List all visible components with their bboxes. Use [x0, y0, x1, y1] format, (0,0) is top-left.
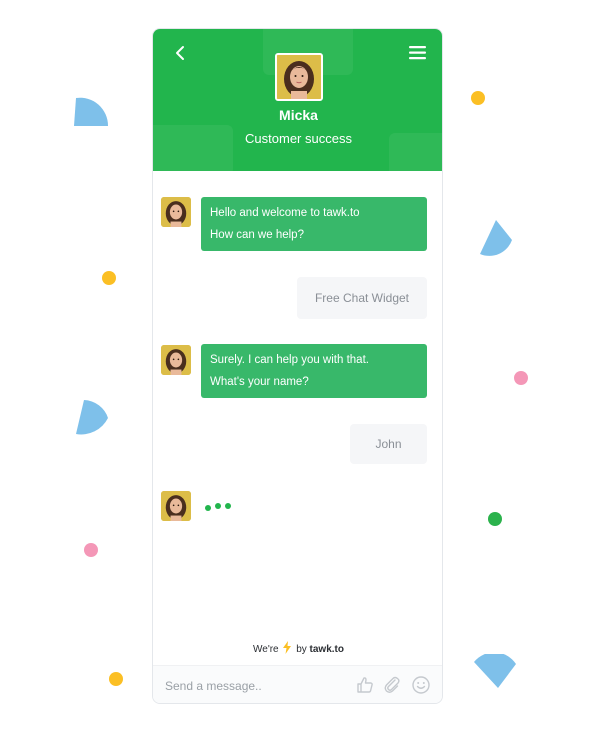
- powered-by-prefix: We're: [253, 644, 279, 655]
- confetti-dot: [514, 371, 528, 385]
- agent-name: Micka: [279, 107, 318, 123]
- confetti-wedge-icon: [74, 97, 109, 126]
- agent-role: Customer success: [245, 131, 352, 146]
- agent-message-bubble: Hello and welcome to tawk.to How can we …: [201, 197, 427, 251]
- message-composer: [153, 665, 442, 703]
- confetti-dot: [488, 512, 502, 526]
- hamburger-menu-icon[interactable]: [407, 43, 427, 63]
- message-avatar: [161, 345, 191, 375]
- confetti-dot: [471, 91, 485, 105]
- user-message-bubble: John: [350, 424, 427, 464]
- typing-dot: [205, 505, 211, 511]
- confetti-dot: [84, 543, 98, 557]
- paperclip-icon[interactable]: [382, 675, 402, 695]
- confetti-wedge-icon: [480, 220, 512, 256]
- confetti-wedge-icon: [474, 654, 516, 688]
- message-line: Surely. I can help you with that.: [210, 354, 369, 366]
- agent-avatar: [275, 53, 323, 101]
- brand-name: tawk.to: [309, 644, 344, 655]
- message-line: How can we help?: [210, 229, 304, 241]
- typing-dot: [225, 503, 231, 509]
- confetti-dot: [102, 271, 116, 285]
- confetti-dot: [109, 672, 123, 686]
- typing-indicator: [205, 503, 235, 511]
- lightning-bolt-icon: [283, 641, 292, 654]
- chat-header: Micka Customer success: [153, 29, 442, 171]
- message-avatar: [161, 491, 191, 521]
- emoji-icon[interactable]: [411, 675, 431, 695]
- confetti-wedge-icon: [76, 400, 108, 435]
- message-input[interactable]: [163, 674, 347, 698]
- chat-widget: Micka Customer success Hello and welcome…: [152, 28, 443, 704]
- chevron-left-icon[interactable]: [171, 43, 191, 63]
- agent-message-bubble: Surely. I can help you with that. What's…: [201, 344, 427, 398]
- thumbs-up-icon[interactable]: [355, 675, 375, 695]
- message-avatar: [161, 197, 191, 227]
- typing-dot: [215, 503, 221, 509]
- page-stage: Micka Customer success Hello and welcome…: [0, 0, 595, 732]
- message-line: What's your name?: [210, 376, 309, 388]
- user-message-bubble: Free Chat Widget: [297, 277, 427, 319]
- message-line: Hello and welcome to tawk.to: [210, 207, 360, 219]
- powered-by-suffix: by: [296, 644, 307, 655]
- powered-by[interactable]: We're by tawk.to: [153, 641, 442, 655]
